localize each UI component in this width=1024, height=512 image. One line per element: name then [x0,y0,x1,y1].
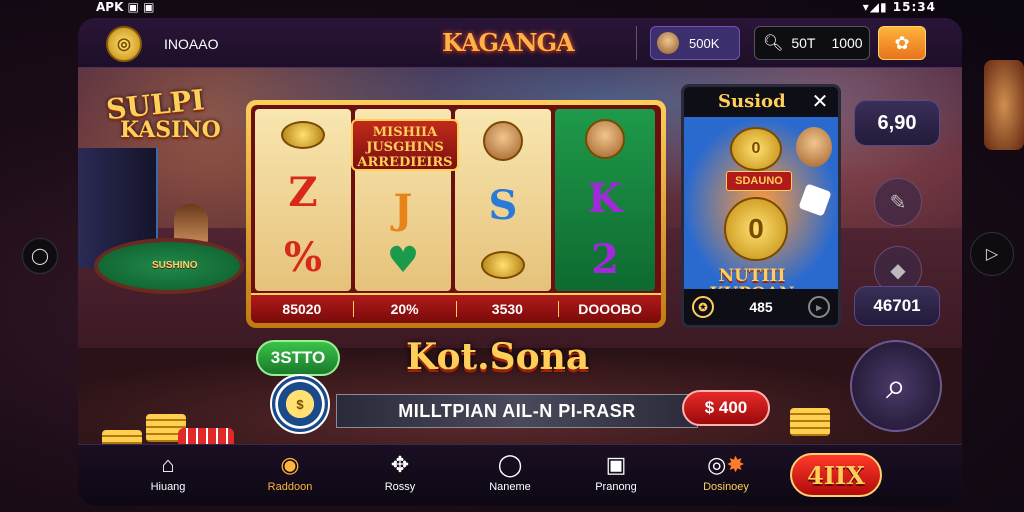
brand-logo: KAGANGA [442,28,575,57]
nav-label: Hiuang [150,481,186,493]
grid-icon: ▣ [605,452,627,477]
chat-icon: ◆ [890,259,906,282]
game-title: Kot.Sona [406,336,590,378]
jackpot-pill[interactable]: 46701 [854,286,940,326]
username-label: INOAAO [164,36,219,52]
reel-symbol: S [488,182,518,229]
slot-banner: MISHIIA JUSGHINS ARREDIEIRS [351,119,459,171]
close-icon[interactable]: ✕ [808,89,832,113]
profile-amount: 500K [689,35,720,51]
nav-label: Raddoon [267,481,313,493]
slot-reels-area: Z % J ♥ S K 2 MISHIIA JUSGHINS ARREDIEIR… [251,105,661,323]
pin-icon: ✎ [889,191,907,214]
dice-icon [798,183,832,217]
score-pill[interactable]: 6,90 [854,100,940,146]
coin-symbol [281,120,325,149]
popup-footer-value: 485 [749,299,773,315]
reel-1: Z % [255,109,351,291]
nav-item-puzzle[interactable]: ✥ Rossy [360,451,440,501]
next-icon[interactable]: ▸ [807,296,830,318]
nav-label: Rossy [384,481,416,493]
bet-button[interactable]: $ 400 [682,390,770,426]
nav-item-rewards[interactable]: ◉ Raddoon [250,451,330,501]
top-bar: ◎ INOAAO KAGANGA 500K 🔍︎ 50T 1000 ✿ [78,18,962,68]
slot-machine[interactable]: Z % J ♥ S K 2 MISHIIA JUSGHINS ARREDIEIR… [246,100,666,328]
header-divider [636,26,637,60]
search-left-value: 50T [791,35,816,51]
slot-footer-value: 20% [354,301,457,317]
status-right: ▾◢▮ 15:34 [862,0,936,14]
slot-footer: 85020 20% 3530 DOOOBO [251,293,661,323]
screen: APK ▣ ▣ ▾◢▮ 15:34 ◯ ▷ ◎ INOAAO KAGANGA 5… [0,0,1024,512]
home-icon: ⌂ [161,452,175,477]
nav-label: Pranong [595,481,637,493]
coins-symbol [481,251,525,279]
nav-label: Dosinoey [703,481,749,493]
magnifier-icon: ⌕ [885,364,907,406]
balance-button[interactable]: 3STTO [256,340,340,376]
reel-4: K 2 [555,109,655,291]
coin-stack-icon [790,408,830,436]
casino-logo: SULPI KASINO [105,83,246,168]
circle-icon: ◯ [31,248,49,265]
play-icon: ▷ [985,246,999,263]
status-left: APK ▣ ▣ [96,0,155,14]
nav-item-ring[interactable]: ◯ Naneme [470,451,550,501]
coin-icon: 0 [730,127,782,171]
bottom-nav: ⌂ Hiuang ◉ Raddoon ✥ Rossy ◯ Naneme ▣ Pr… [78,444,962,506]
slot-footer-value: DOOOBO [578,301,643,317]
popup-badge: SDAUNO [726,171,792,191]
nav-item-grid[interactable]: ▣ Pranong [576,451,656,501]
nav-label: Naneme [489,481,531,493]
settings-round-button[interactable]: ✎ [874,178,922,226]
table-label: SUSHINO [152,260,198,271]
promo-popup[interactable]: Susiod ✕ 0 SDAUNO 0 NUTIII KUPOAN ✪ 485 … [681,84,841,328]
coin-avatar-icon[interactable]: ◎ [106,26,142,62]
reel-symbol: J [393,186,413,233]
android-status-bar: APK ▣ ▣ ▾◢▮ 15:34 [0,0,1024,16]
nav-item-target[interactable]: ◎✸ Dosinoey [686,451,766,501]
popup-body: 0 SDAUNO 0 NUTIII KUPOAN [684,117,838,303]
promo-banner: MILLTPIAN AIL-N PI-RASR [336,394,698,428]
home-circle-button[interactable]: ◯ [22,238,58,274]
search-icon: 🔍︎ [763,35,784,52]
slot-footer-value: 85020 [251,301,354,317]
face-symbol [585,118,625,159]
action-button[interactable]: 4IIX [790,453,882,497]
reel-symbol: % [283,234,322,282]
puzzle-icon: ✥ [390,452,410,477]
popup-footer: ✪ 485 ▸ [684,289,838,325]
zoom-button[interactable]: ⌕ [850,340,942,432]
character-icon [796,127,832,167]
search-box[interactable]: 🔍︎ 50T 1000 [754,26,870,60]
game-frame: ◎ INOAAO KAGANGA 500K 🔍︎ 50T 1000 ✿ SULP… [78,18,962,506]
gift-button[interactable]: ✿ [878,26,926,60]
coins-icon: ◉ [280,452,300,477]
target-icon: ◎✸ [707,452,745,477]
face-symbol [483,121,523,161]
ring-icon: ◯ [497,452,523,477]
reel-3: S [455,109,551,291]
trophy-icon[interactable]: ✪ [692,296,714,318]
gift-icon: ✿ [894,32,910,53]
slot-footer-value: 3530 [457,301,560,317]
reel-symbol: 2 [591,236,619,284]
reel-symbol: K [587,174,623,222]
play-button[interactable]: ▷ [970,232,1014,276]
reel-symbol: Z [288,168,318,216]
heart-symbol: ♥ [386,239,420,281]
big-coin-icon: 0 [724,197,788,261]
profile-chip[interactable]: 500K [650,26,740,60]
casino-chip-icon[interactable]: $ [270,374,330,434]
search-right-value: 1000 [831,35,863,51]
nav-item-home[interactable]: ⌂ Hiuang [128,451,208,501]
wall-lamp [984,60,1024,150]
user-avatar-icon [657,32,679,54]
